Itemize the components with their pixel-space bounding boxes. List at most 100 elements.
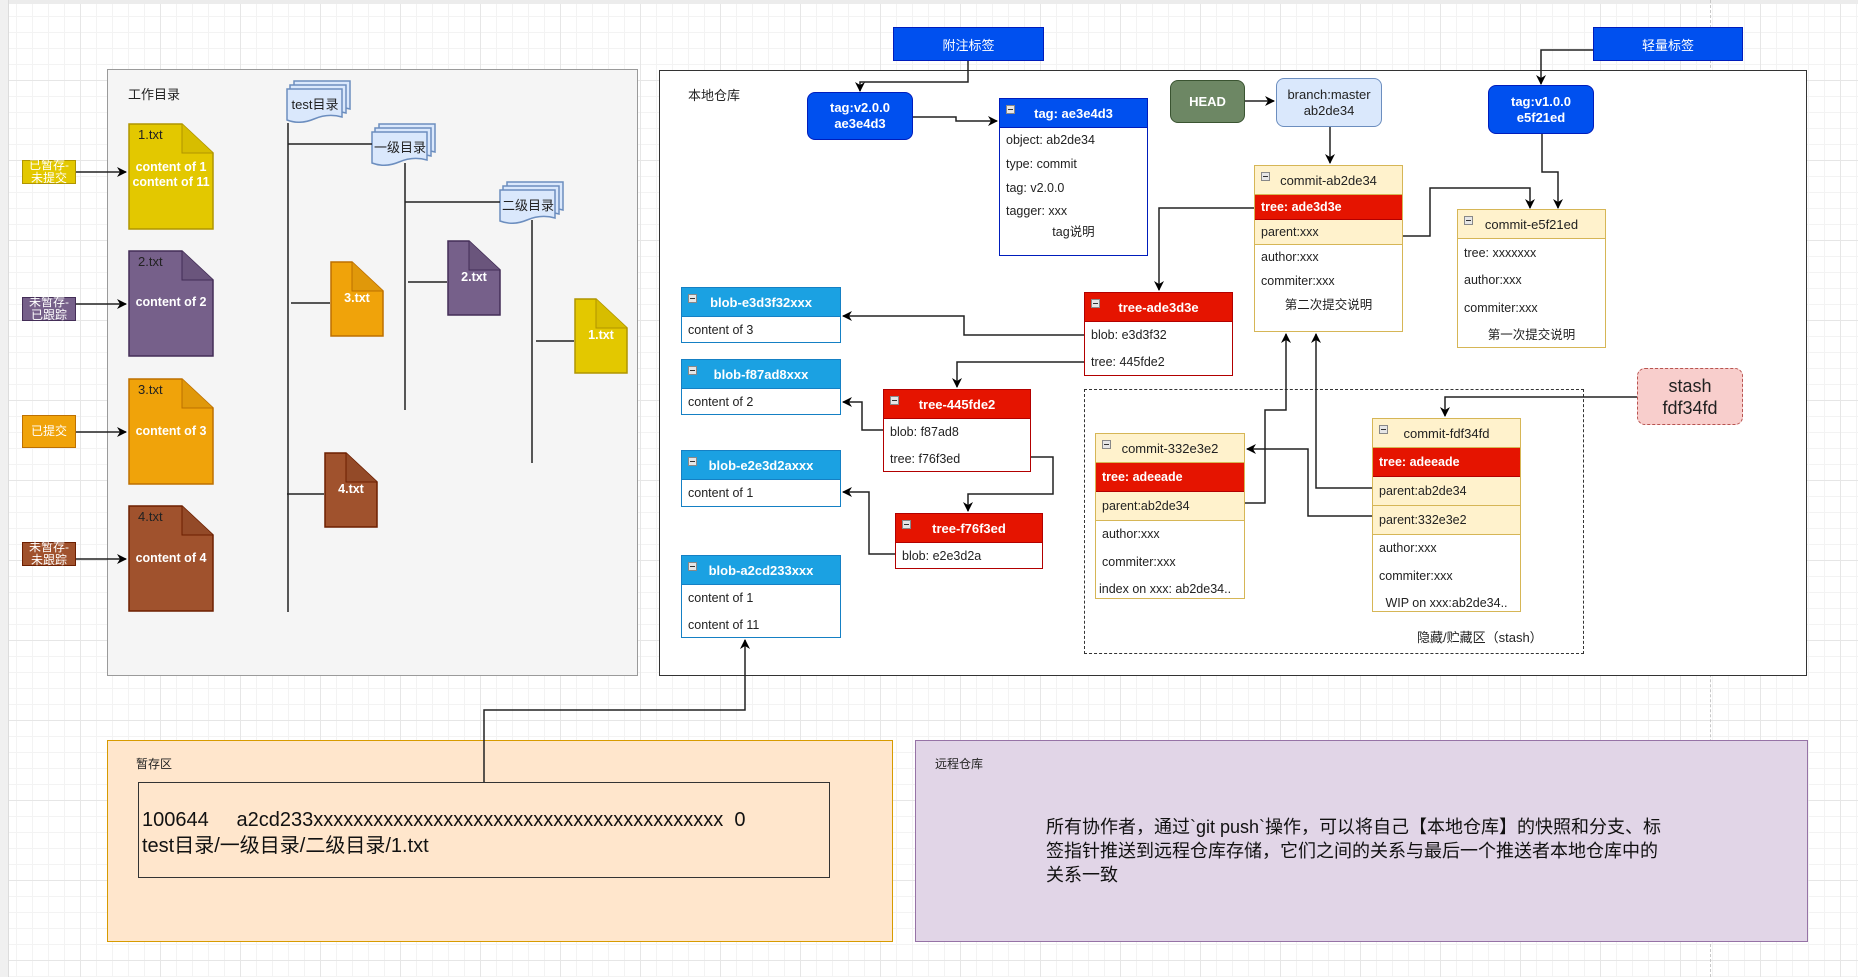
table-row: commiter:xxx	[1102, 555, 1176, 569]
commit-parent-row: parent:ab2de34	[1373, 477, 1520, 506]
table-header: tree-ade3d3e	[1085, 293, 1232, 322]
file-2-txt[interactable]: 2.txt content of 2	[128, 250, 214, 357]
status-label-text: 已提交	[30, 424, 67, 438]
blob-e2e3d2a[interactable]: blob-e2e3d2axxx content of 1	[681, 450, 841, 507]
table-title: commit-332e3e2	[1121, 440, 1219, 456]
tag-v1-ref[interactable]: tag:v1.0.0 e5f21ed	[1488, 85, 1594, 134]
table-row: author:xxx	[1464, 273, 1522, 287]
remote-repository-label: 远程仓库	[935, 757, 984, 771]
file-name: 1.txt	[588, 328, 614, 342]
commit-message: WIP on xxx:ab2de34..	[1385, 596, 1508, 610]
collapse-icon[interactable]	[688, 457, 697, 466]
lightweight-tag-label[interactable]: 轻量标签	[1593, 27, 1743, 61]
file-3-txt[interactable]: 3.txt content of 3	[128, 378, 214, 485]
staging-area-label: 暂存区	[136, 757, 173, 771]
table-row: blob: f87ad8	[890, 425, 959, 439]
collapse-icon[interactable]	[1102, 440, 1111, 449]
table-header: tree-445fde2	[884, 390, 1030, 419]
tree-file-3-txt[interactable]: 3.txt	[330, 261, 384, 337]
folder-level1[interactable]: 一级目录	[371, 122, 437, 166]
table-row: commiter:xxx	[1464, 301, 1538, 315]
file-1-txt[interactable]: 1.txt content of 1 content of 11	[128, 123, 214, 230]
collapse-icon[interactable]	[688, 294, 697, 303]
commit-e5f21ed[interactable]: commit-e5f21ed tree: xxxxxxx author:xxx …	[1457, 209, 1606, 348]
status-label-unstaged-tracked[interactable]: 未暂存- 已跟踪	[22, 295, 76, 322]
table-row: content of 1	[688, 591, 754, 605]
status-label-text: 未暂存- 已跟踪	[29, 295, 69, 322]
table-row: content of 3	[688, 323, 754, 337]
file-content: content of 2	[135, 295, 207, 309]
commit-tree-row: tree: adeeade	[1373, 448, 1520, 477]
collapse-icon[interactable]	[902, 520, 911, 529]
table-row: tree: xxxxxxx	[1464, 246, 1537, 260]
commit-message: 第二次提交说明	[1284, 298, 1373, 312]
folder-label: test目录	[291, 96, 339, 112]
collapse-icon[interactable]	[1091, 299, 1100, 308]
staging-index-entry[interactable]: 100644 a2cd233xxxxxxxxxxxxxxxxxxxxxxxxxx…	[138, 782, 830, 878]
commit-message: index on xxx: ab2de34..	[1099, 582, 1232, 596]
blob-a2cd233[interactable]: blob-a2cd233xxx content of 1 content of …	[681, 555, 841, 638]
table-header: tree-f76f3ed	[896, 514, 1042, 543]
collapse-icon[interactable]	[1261, 172, 1270, 181]
table-title: blob-a2cd233xxx	[708, 562, 814, 578]
blob-f87ad8[interactable]: blob-f87ad8xxx content of 2	[681, 359, 841, 415]
file-content: content of 3	[135, 424, 207, 438]
tag-object-ae3e4d3[interactable]: tag: ae3e4d3 object: ab2de34 type: commi…	[999, 98, 1148, 256]
commit-ab2de34[interactable]: commit-ab2de34 tree: ade3d3e parent:xxx …	[1254, 165, 1403, 332]
table-row: type: commit	[1006, 157, 1077, 171]
tag-v2-ref[interactable]: tag:v2.0.0 ae3e4d3	[807, 92, 913, 140]
table-header: commit-e5f21ed	[1458, 210, 1605, 239]
tree-f76f3ed[interactable]: tree-f76f3ed blob: e2e3d2a	[895, 513, 1043, 569]
working-directory-label: 工作目录	[128, 87, 181, 102]
blob-e3d3f32[interactable]: blob-e3d3f32xxx content of 3	[681, 287, 841, 343]
tree-file-1-txt[interactable]: 1.txt	[574, 298, 628, 374]
table-row: tree: 445fde2	[1091, 355, 1165, 369]
commit-332e3e2[interactable]: commit-332e3e2 tree: adeeade parent:ab2d…	[1095, 433, 1245, 599]
table-header: blob-e3d3f32xxx	[682, 288, 840, 317]
collapse-icon[interactable]	[1464, 216, 1473, 225]
table-row: author:xxx	[1379, 541, 1437, 555]
table-title: tag: ae3e4d3	[1034, 105, 1113, 121]
annotated-tag-label[interactable]: 附注标签	[893, 27, 1044, 61]
commit-parent-row: parent:ab2de34	[1096, 492, 1244, 521]
folder-test[interactable]: test目录	[286, 79, 352, 123]
file-content: content of 4	[135, 551, 207, 565]
commit-tree-row: tree: ade3d3e	[1255, 195, 1402, 220]
branch-master-ref[interactable]: branch:master ab2de34	[1276, 78, 1382, 127]
status-label-untracked[interactable]: 未暂存- 未跟踪	[22, 540, 76, 567]
head-ref[interactable]: HEAD	[1170, 80, 1245, 123]
collapse-icon[interactable]	[688, 562, 697, 571]
table-header: blob-a2cd233xxx	[682, 556, 840, 585]
tree-file-2-txt[interactable]: 2.txt	[447, 240, 501, 316]
status-label-text: 已暂存- 未提交	[29, 158, 69, 185]
table-row: blob: e3d3f32	[1091, 328, 1167, 342]
tree-file-4-txt[interactable]: 4.txt	[324, 452, 378, 528]
table-row: content of 11	[688, 618, 760, 632]
collapse-icon[interactable]	[1006, 105, 1015, 114]
table-row: commiter:xxx	[1379, 569, 1453, 583]
canvas-left-ruler	[0, 0, 9, 977]
collapse-icon[interactable]	[688, 366, 697, 375]
file-name: 2.txt	[138, 254, 163, 269]
status-label-committed[interactable]: 已提交	[22, 415, 76, 448]
stash-ref[interactable]: stash fdf34fd	[1637, 368, 1743, 425]
table-title: blob-e2e3d2axxx	[708, 457, 814, 473]
tree-445fde2[interactable]: tree-445fde2 blob: f87ad8 tree: f76f3ed	[883, 389, 1031, 472]
status-label-text: 未暂存- 未跟踪	[29, 540, 69, 567]
commit-parent-row: parent:xxx	[1255, 220, 1402, 245]
status-label-staged-uncommitted[interactable]: 已暂存- 未提交	[22, 158, 76, 185]
collapse-icon[interactable]	[1379, 425, 1388, 434]
folder-level2[interactable]: 二级目录	[499, 180, 565, 224]
commit-fdf34fd[interactable]: commit-fdf34fd tree: adeeade parent:ab2d…	[1372, 418, 1521, 612]
file-content: content of 1 content of 11	[132, 160, 210, 189]
table-header: blob-f87ad8xxx	[682, 360, 840, 389]
file-name: 1.txt	[138, 127, 163, 142]
commit-tree-row: tree: adeeade	[1096, 463, 1244, 492]
collapse-icon[interactable]	[890, 396, 899, 405]
table-row: tagger: xxx	[1006, 204, 1068, 218]
tree-ade3d3e[interactable]: tree-ade3d3e blob: e3d3f32 tree: 445fde2	[1084, 292, 1233, 376]
table-header: commit-ab2de34	[1255, 166, 1402, 195]
table-row: author:xxx	[1102, 527, 1160, 541]
file-name: 4.txt	[338, 482, 364, 496]
file-4-txt[interactable]: 4.txt content of 4	[128, 505, 214, 612]
